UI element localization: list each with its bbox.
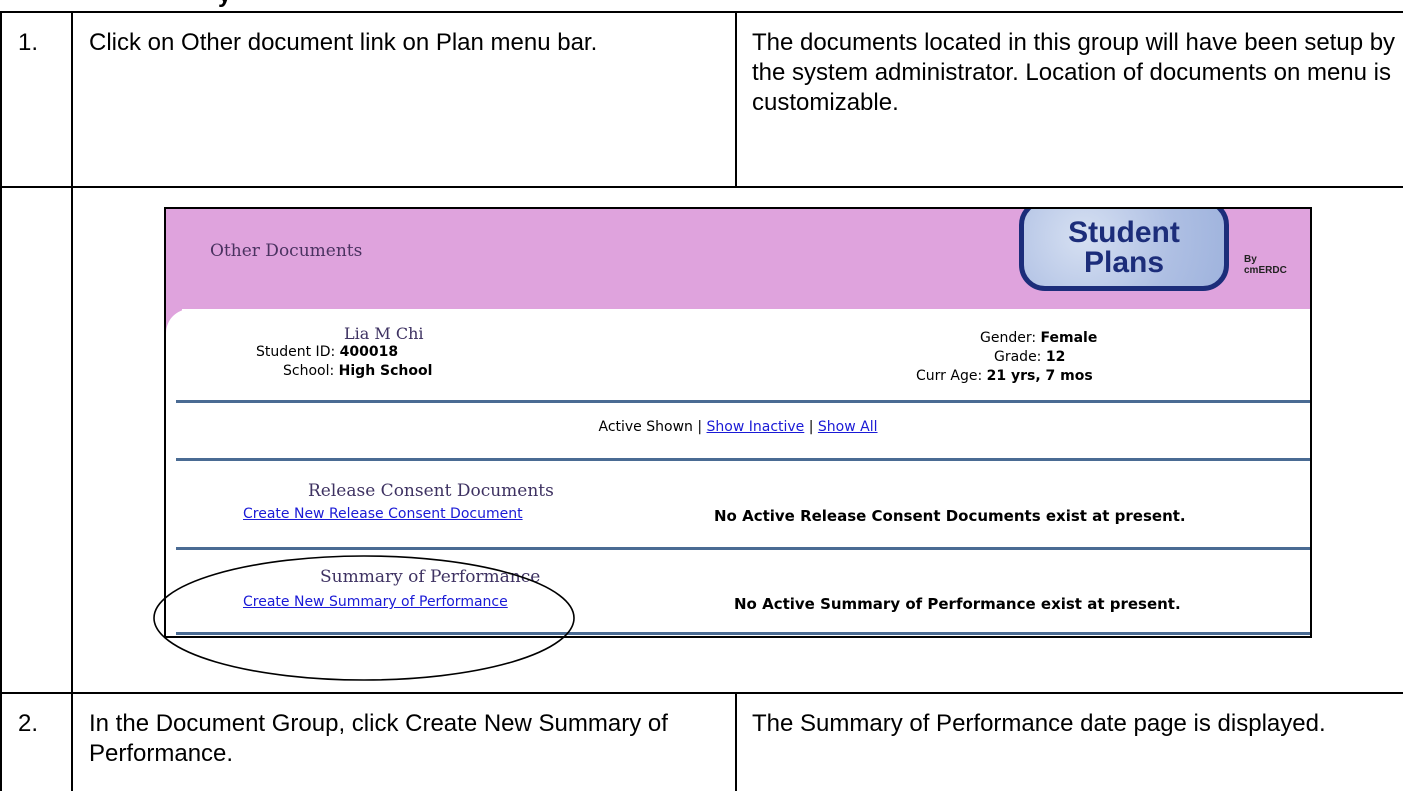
highlight-ellipse-shape [153,555,575,681]
logo-line1: Student [1068,216,1180,249]
table-border-row2 [0,692,1403,694]
student-id-value: 400018 [339,344,399,360]
create-release-consent-link[interactable]: Create New Release Consent Document [243,506,523,522]
cut-off-heading: y [218,0,231,9]
divider [176,458,1310,461]
age-value: 21 yrs, 7 mos [986,368,1093,384]
divider [176,400,1310,403]
step-result: The Summary of Performance date page is … [752,710,1326,737]
table-border-midcol-bottom [735,692,737,791]
step-result: The documents located in this group will… [752,29,1396,116]
table-border-midcol-top [735,11,737,187]
step-action: In the Document Group, click Create New … [89,710,668,767]
age-label: Curr Age: [916,368,983,384]
table-border-row1 [0,186,1403,188]
release-consent-group-title: Release Consent Documents [308,481,554,501]
school-label: School: [283,363,335,379]
summary-of-performance-empty-message: No Active Summary of Performance exist a… [734,595,1181,613]
step-action: Click on Other document link on Plan men… [89,29,598,56]
filter-active-shown: Active Shown [598,419,693,435]
age-row: Curr Age: 21 yrs, 7 mos [916,367,1296,386]
filter-separator: | [697,419,703,435]
student-id-row: Student ID: 400018 [256,343,586,362]
grade-label: Grade: [994,349,1042,365]
vendor-credit: By cmERDC [1244,254,1287,276]
grade-value: 12 [1045,349,1066,365]
student-info-right: Gender: Female Grade: 12 Curr Age: 21 yr… [916,329,1296,386]
gender-row: Gender: Female [980,329,1296,348]
page-title: Other Documents [210,241,363,261]
vendor-by: By [1244,254,1257,265]
highlight-ellipse [153,555,575,681]
filter-separator: | [808,419,814,435]
active-filter-bar: Active Shown | Show Inactive | Show All [166,419,1310,435]
release-consent-empty-message: No Active Release Consent Documents exis… [714,507,1186,525]
student-id-label: Student ID: [256,344,336,360]
table-border-numcol [71,11,73,791]
school-value: High School [338,363,433,379]
student-plans-logo: Student Plans [1019,209,1229,291]
table-border-left [0,11,2,791]
student-name: Lia M Chi [344,324,424,343]
logo-line2: Plans [1083,246,1165,279]
gender-value: Female [1040,330,1098,346]
gender-label: Gender: [980,330,1037,346]
student-info-left: Lia M Chi Student ID: 400018 School: Hig… [256,324,586,381]
show-all-link[interactable]: Show All [818,419,878,435]
step-number: 1. [18,29,39,56]
school-row: School: High School [283,362,586,381]
vendor-name: cmERDC [1244,265,1287,276]
show-inactive-link[interactable]: Show Inactive [707,419,805,435]
step-number: 2. [18,710,39,737]
grade-row: Grade: 12 [994,348,1296,367]
table-border-top [0,11,1403,13]
